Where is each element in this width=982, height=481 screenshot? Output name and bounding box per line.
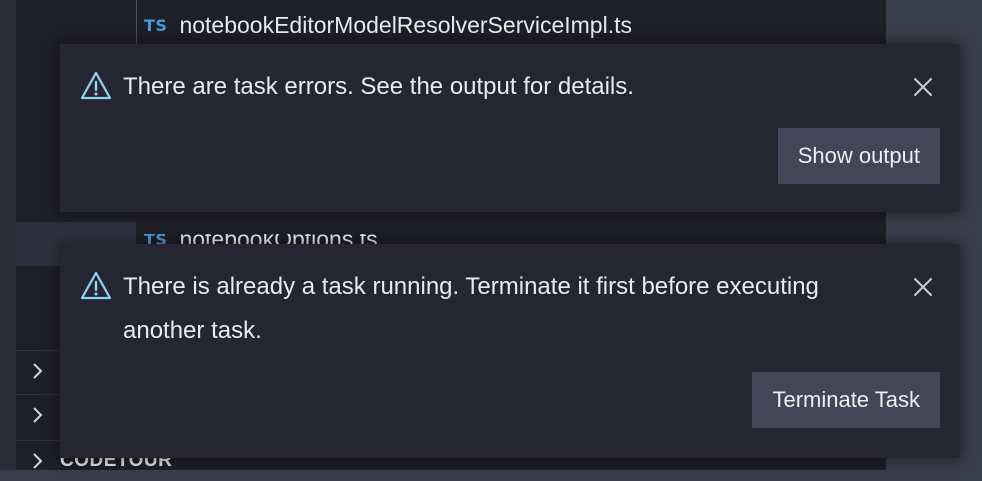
notification-message: There is already a task running. Termina…: [123, 273, 819, 344]
activity-bar-edge: [0, 0, 16, 470]
typescript-file-icon: TS: [144, 15, 168, 35]
warning-icon: [80, 71, 112, 100]
typescript-file-icon: TS: [144, 234, 168, 244]
file-item[interactable]: TS notebookEditorModelResolverServiceImp…: [144, 8, 632, 42]
notification-message: There are task errors. See the output fo…: [123, 73, 634, 100]
file-item[interactable]: TS notebookOptions.ts: [144, 234, 744, 244]
chevron-right-icon: [33, 407, 43, 423]
notification-toast: There are task errors. See the output fo…: [60, 44, 960, 212]
chevron-right-icon: [33, 453, 43, 469]
tree-indent-guide: [136, 0, 137, 46]
close-icon[interactable]: [912, 76, 934, 98]
notification-toast: There is already a task running. Termina…: [60, 244, 960, 458]
file-name: notebookEditorModelResolverServiceImpl.t…: [179, 11, 632, 38]
chevron-right-icon: [33, 363, 43, 379]
file-name: notebookOptions.ts: [179, 234, 377, 244]
show-output-button[interactable]: Show output: [777, 128, 940, 184]
warning-icon: [80, 271, 112, 300]
close-icon[interactable]: [912, 276, 934, 298]
terminate-task-button[interactable]: Terminate Task: [752, 372, 940, 428]
